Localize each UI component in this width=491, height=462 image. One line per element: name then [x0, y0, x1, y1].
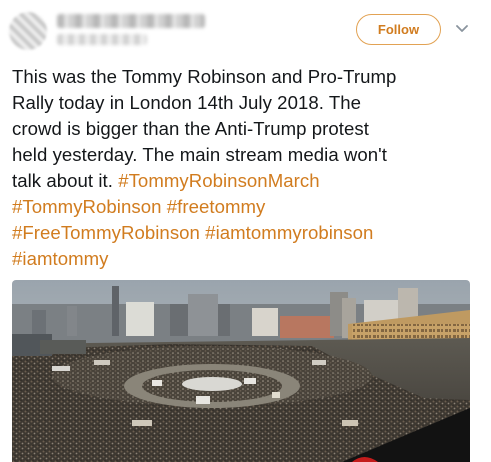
- tweet-text-segment: talk about it.: [12, 170, 119, 191]
- tweet-text-segment: Rally today in London 14th July 2018. Th…: [12, 92, 362, 113]
- tweet-text-line: This was the Tommy Robinson and Pro-Trum…: [12, 64, 484, 90]
- avatar[interactable]: [9, 12, 47, 50]
- tweet-text-line: crowd is bigger than the Anti-Trump prot…: [12, 116, 484, 142]
- tweet-text-segment: crowd is bigger than the Anti-Trump prot…: [12, 118, 369, 139]
- tweet-menu-caret[interactable]: [452, 18, 472, 40]
- crowd-photo-image: [12, 280, 470, 462]
- hashtag-link[interactable]: #iamtommy: [12, 248, 109, 269]
- hashtag-link[interactable]: #FreeTommyRobinson: [12, 222, 200, 243]
- hashtag-link[interactable]: #iamtommyrobinson: [205, 222, 373, 243]
- follow-button[interactable]: Follow: [356, 14, 441, 45]
- user-display-name[interactable]: [57, 14, 205, 28]
- tweet-text-line: #iamtommy: [12, 246, 484, 272]
- hashtag-link[interactable]: #freetommy: [167, 196, 266, 217]
- tweet-text-line: #TommyRobinson #freetommy: [12, 194, 484, 220]
- tweet-header: Follow: [0, 0, 491, 62]
- tweet-text-segment: This was the Tommy Robinson and Pro-Trum…: [12, 66, 397, 87]
- chevron-down-icon: [456, 25, 468, 32]
- tweet-text-line: Rally today in London 14th July 2018. Th…: [12, 90, 484, 116]
- tweet-text-line: talk about it. #TommyRobinsonMarch: [12, 168, 484, 194]
- tweet-text-segment: held yesterday. The main stream media wo…: [12, 144, 387, 165]
- tweet-text-line: held yesterday. The main stream media wo…: [12, 142, 484, 168]
- tweet-text: This was the Tommy Robinson and Pro-Trum…: [12, 64, 484, 272]
- user-handle[interactable]: [57, 34, 147, 45]
- tweet-text-line: #FreeTommyRobinson #iamtommyrobinson: [12, 220, 484, 246]
- hashtag-link[interactable]: #TommyRobinsonMarch: [118, 170, 319, 191]
- tweet-photo[interactable]: [12, 280, 470, 462]
- hashtag-link[interactable]: #TommyRobinson: [12, 196, 162, 217]
